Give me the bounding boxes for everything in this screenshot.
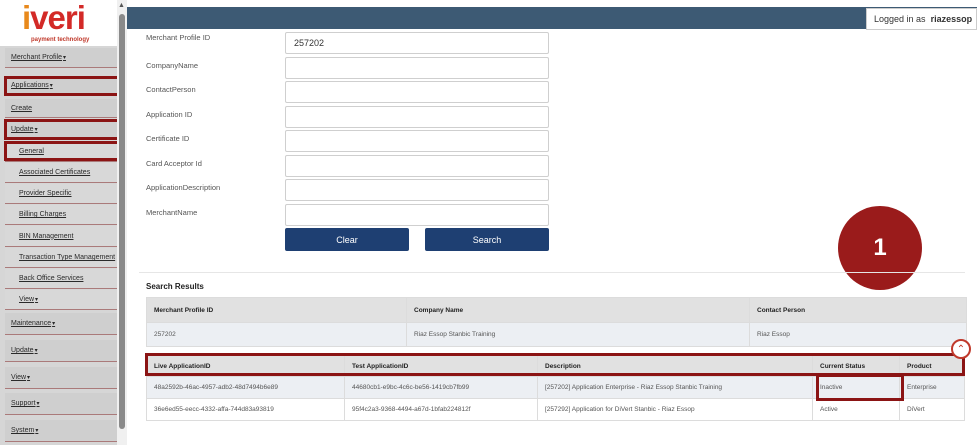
sidebar-item-bin-management[interactable]: BIN Management [5,226,117,247]
sidebar-item-associated-certificates[interactable]: Associated Certificates [5,163,117,183]
sidebar-item-view-2[interactable]: View ▾ [5,367,117,389]
sidebar-item-maintenance[interactable]: Maintenance ▾ [5,313,117,335]
sidebar-item-back-office-services[interactable]: Back Office Services [5,269,117,289]
table-row[interactable]: 257202 Riaz Essop Stanbic Training Riaz … [146,322,967,347]
table-cell: Riaz Essop Stanbic Training [406,322,750,347]
column-header: Company Name [406,297,750,323]
search-results-title: Search Results [146,282,204,291]
chevron-down-icon: ▾ [35,297,39,303]
sidebar-item-system[interactable]: System ▾ [5,420,117,442]
certificate-id-label: Certificate ID [146,134,190,143]
logo-wordmark: iveri [22,0,86,36]
table-cell: 48a2592b-46ac-4957-adb2-48d7494b6e89 [146,376,345,399]
company-name-input[interactable] [285,57,549,79]
column-header: Merchant Profile ID [146,297,407,323]
application-description-input[interactable] [285,179,549,201]
logo-tagline: payment technology [31,37,90,43]
application-description-label: ApplicationDescription [146,183,221,192]
scroll-up-arrow-icon[interactable]: ▲ [118,2,125,9]
sidebar-item-create[interactable]: Create [5,99,117,118]
scroll-to-top-icon[interactable]: ⌃ [951,339,971,359]
table-cell: 95f4c2a3-9368-4494-a67d-1bfab224812f [344,398,538,421]
chevron-down-icon: ▾ [27,375,31,381]
table-cell: Riaz Essop [749,322,967,347]
application-id-input[interactable] [285,106,549,128]
sidebar-item-billing-charges[interactable]: Billing Charges [5,205,117,225]
contact-person-input[interactable] [285,81,549,103]
chevron-down-icon: ▾ [34,348,38,354]
sidebar-item-support[interactable]: Support ▾ [5,393,117,415]
top-bar [127,7,977,29]
table-cell: Enterprise [899,376,965,399]
search-button[interactable]: Search [425,228,549,251]
table-cell: DiVert [899,398,965,421]
table-cell: 44680cb1-e9bc-4c6c-be56-1419cb7fb99 [344,376,538,399]
sidebar: iveri payment technology Merchant Profil… [0,0,117,445]
application-id-label: Application ID [146,110,193,119]
username: riazessop [930,14,973,24]
table-cell: 36e6ed55-eecc-4332-affa-744d83a93819 [146,398,345,421]
card-acceptor-id-label: Card Acceptor Id [146,159,202,168]
chevron-down-icon: ▾ [35,428,39,434]
highlight-update [4,119,117,140]
highlight-applications [4,76,117,96]
company-name-label: CompanyName [146,61,199,70]
table-cell: 257202 [146,322,407,347]
merchant-profile-id-label: Merchant Profile ID [146,33,211,42]
chevron-down-icon: ▾ [36,401,40,407]
clear-button[interactable]: Clear [285,228,409,251]
table-cell: [257202] Application Enterprise - Riaz E… [537,376,813,399]
sidebar-item-provider-specific[interactable]: Provider Specific [5,184,117,204]
table-cell: [257292] Application for DiVert Stanbic … [537,398,813,421]
certificate-id-input[interactable] [285,130,549,152]
highlight-general [4,141,117,161]
sidebar-item-transaction-type-management[interactable]: Transaction Type Management [5,248,117,268]
chevron-down-icon: ▾ [52,321,56,327]
column-header: Contact Person [749,297,967,323]
merchant-results-table: Merchant Profile ID Company Name Contact… [146,297,967,347]
merchant-name-input[interactable] [285,204,549,226]
highlight-app-headers [145,353,965,376]
table-header-row: Merchant Profile ID Company Name Contact… [146,297,967,323]
sidebar-item-view[interactable]: View ▾ [5,290,117,310]
status-cell: Active [812,398,900,421]
sidebar-item-merchant-profile[interactable]: Merchant Profile ▾ [5,48,117,68]
chevron-down-icon: ▾ [62,55,66,61]
table-row[interactable]: 36e6ed55-eecc-4332-affa-744d83a93819 95f… [146,398,965,421]
contact-person-label: ContactPerson [146,85,196,94]
logged-in-indicator: Logged in as riazessop [866,8,977,30]
card-acceptor-id-input[interactable] [285,155,549,177]
highlight-inactive-status [816,374,904,401]
sidebar-scroll-thumb[interactable] [119,14,125,429]
iveri-logo: iveri payment technology [0,0,117,46]
merchant-profile-id-input[interactable] [285,32,549,54]
merchant-name-label: MerchantName [146,208,198,217]
sidebar-item-update-2[interactable]: Update ▾ [5,340,117,362]
annotation-badge: 1 [838,206,922,290]
section-divider [139,272,965,273]
